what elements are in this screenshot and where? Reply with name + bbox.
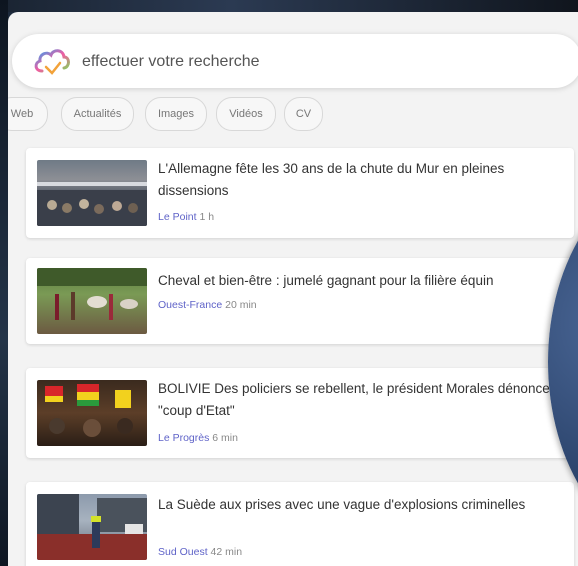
- tab-cv[interactable]: CV: [284, 97, 323, 131]
- article-time: 20 min: [225, 299, 257, 311]
- desktop-background-top: [0, 0, 578, 12]
- article-source[interactable]: Le Progrès: [158, 432, 209, 444]
- article-thumbnail: [37, 160, 147, 226]
- search-input[interactable]: [80, 49, 504, 75]
- news-card[interactable]: BOLIVIE Des policiers se rebellent, le p…: [26, 368, 574, 458]
- news-search-panel: Web Actualités Images Vidéos CV L'Allema…: [8, 12, 578, 566]
- article-meta: Le Point 1 h: [158, 211, 214, 223]
- article-source[interactable]: Ouest-France: [158, 299, 222, 311]
- article-thumbnail: [37, 268, 147, 334]
- article-thumbnail: [37, 494, 147, 560]
- news-card[interactable]: L'Allemagne fête les 30 ans de la chute …: [26, 148, 574, 238]
- article-title[interactable]: L'Allemagne fête les 30 ans de la chute …: [158, 158, 570, 202]
- news-card[interactable]: La Suède aux prises avec une vague d'exp…: [26, 482, 574, 566]
- article-source[interactable]: Le Point: [158, 211, 197, 223]
- category-tabs: Web Actualités Images Vidéos CV: [8, 97, 578, 131]
- tab-web[interactable]: Web: [8, 97, 48, 131]
- article-title[interactable]: La Suède aux prises avec une vague d'exp…: [158, 494, 570, 516]
- article-title[interactable]: Cheval et bien-être : jumelé gagnant pou…: [158, 270, 570, 292]
- article-meta: Sud Ouest 42 min: [158, 546, 242, 558]
- article-source[interactable]: Sud Ouest: [158, 546, 208, 558]
- tab-images[interactable]: Images: [145, 97, 207, 131]
- article-thumbnail: [37, 380, 147, 446]
- article-meta: Ouest-France 20 min: [158, 299, 257, 311]
- article-time: 6 min: [212, 432, 238, 444]
- news-card[interactable]: Cheval et bien-être : jumelé gagnant pou…: [26, 258, 574, 344]
- article-time: 1 h: [199, 211, 215, 223]
- tab-actualites[interactable]: Actualités: [61, 97, 134, 131]
- tab-videos[interactable]: Vidéos: [216, 97, 276, 131]
- article-meta: Le Progrès 6 min: [158, 432, 238, 444]
- article-title[interactable]: BOLIVIE Des policiers se rebellent, le p…: [158, 378, 570, 422]
- desktop-background-left: [0, 0, 8, 566]
- search-bar[interactable]: [12, 34, 578, 88]
- article-time: 42 min: [210, 546, 243, 558]
- cloud-logo-icon: [34, 49, 70, 75]
